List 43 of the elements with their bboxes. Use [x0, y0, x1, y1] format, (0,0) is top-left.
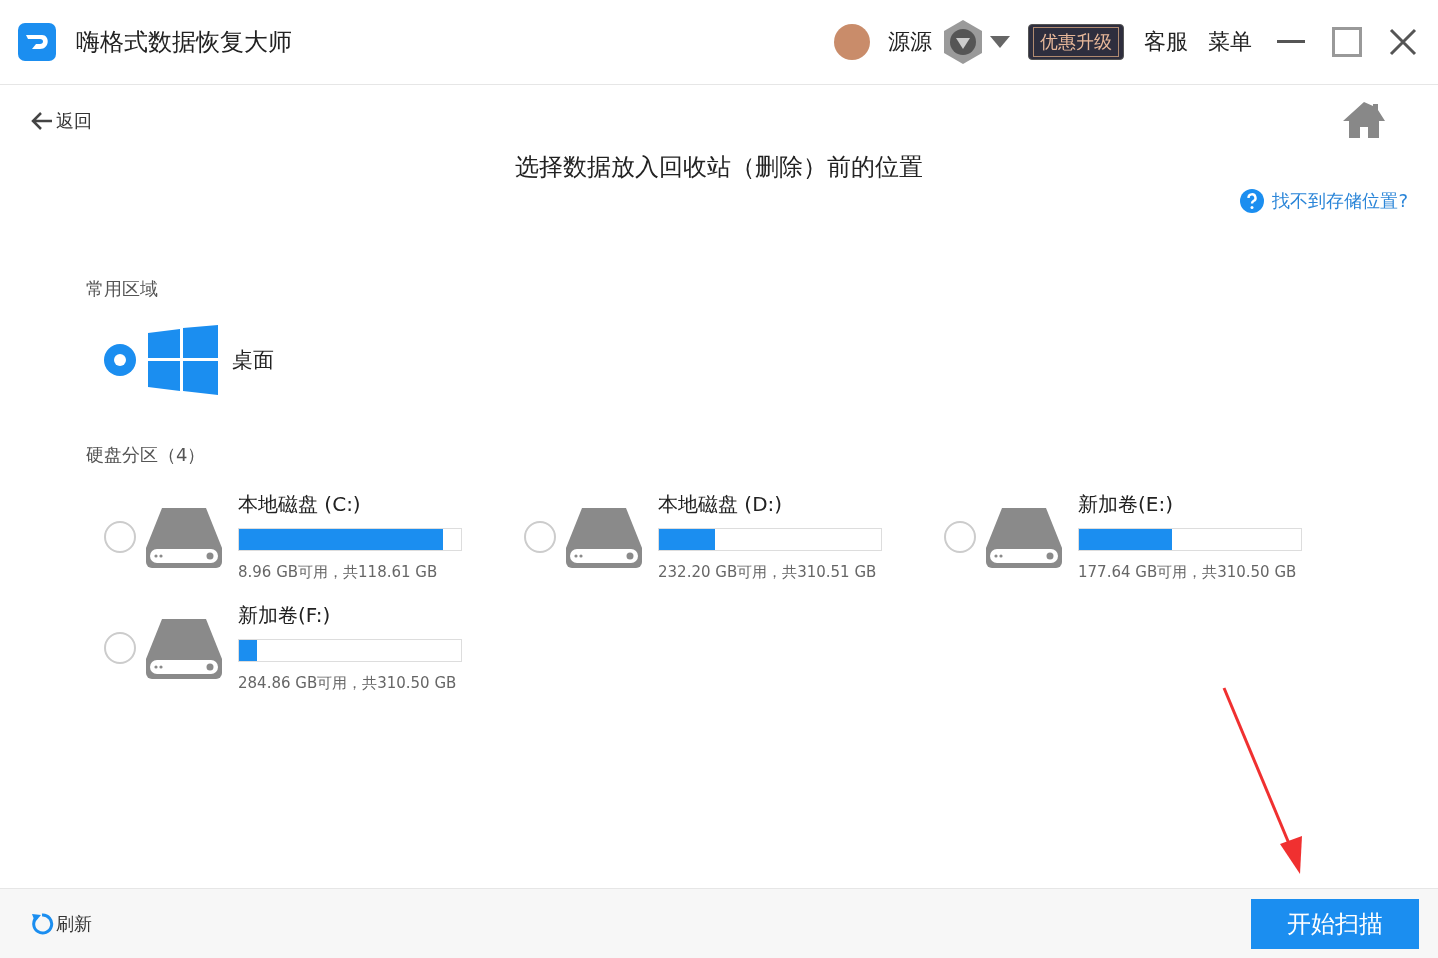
hard-drive-icon [144, 616, 224, 679]
radio-button[interactable] [104, 520, 136, 553]
maximize-icon [1332, 27, 1362, 57]
drive-usage: 232.20 GB可用，共310.51 GB [658, 563, 878, 582]
menu-button[interactable]: 菜单 [1208, 27, 1252, 57]
drive-name: 新加卷(F:) [238, 602, 332, 629]
drive-usage: 8.96 GB可用，共118.61 GB [238, 563, 439, 582]
hard-drive-icon [984, 505, 1064, 568]
refresh-button[interactable]: 刷新 [30, 911, 92, 936]
dropdown-caret-icon[interactable] [990, 36, 1010, 48]
drive-usage: 177.64 GB可用，共310.50 GB [1078, 563, 1298, 582]
question-mark-icon [1240, 189, 1265, 213]
section-heading: 硬盘分区（4） [86, 443, 207, 467]
drive-name: 本地磁盘 (D:) [658, 491, 784, 518]
hard-drive-icon [144, 505, 224, 568]
customer-service-button[interactable]: 客服 [1144, 27, 1188, 57]
home-icon [1342, 100, 1386, 139]
windows-logo-icon [148, 325, 218, 395]
radio-button[interactable] [104, 631, 136, 664]
close-icon [1389, 28, 1417, 56]
page-title: 选择数据放入回收站（删除）前的位置 [514, 152, 924, 183]
user-name: 源源 [888, 28, 932, 56]
upgrade-button[interactable]: 优惠升级 [1028, 24, 1124, 60]
radio-button[interactable] [944, 520, 976, 553]
refresh-icon [30, 911, 54, 936]
app-logo-icon [18, 23, 56, 61]
radio-button[interactable] [524, 520, 556, 553]
diamond-badge-icon [942, 19, 984, 65]
section-heading: 常用区域 [86, 277, 159, 301]
drive-name: 新加卷(E:) [1078, 491, 1174, 518]
drive-name: 本地磁盘 (C:) [238, 491, 362, 518]
desktop-option[interactable]: 桌面 [104, 325, 1408, 395]
maximize-button[interactable] [1330, 25, 1364, 59]
back-arrow-icon [30, 111, 54, 131]
minimize-icon [1277, 40, 1305, 44]
help-link[interactable]: 找不到存储位置? [1240, 189, 1408, 213]
radio-button[interactable] [104, 344, 136, 376]
user-avatar[interactable] [834, 24, 870, 60]
drive-usage: 284.86 GB可用，共310.50 GB [238, 674, 458, 693]
hard-drive-icon [564, 505, 644, 568]
back-button[interactable]: 返回 [30, 109, 92, 133]
desktop-label: 桌面 [232, 347, 274, 374]
app-title: 嗨格式数据恢复大师 [76, 27, 292, 58]
